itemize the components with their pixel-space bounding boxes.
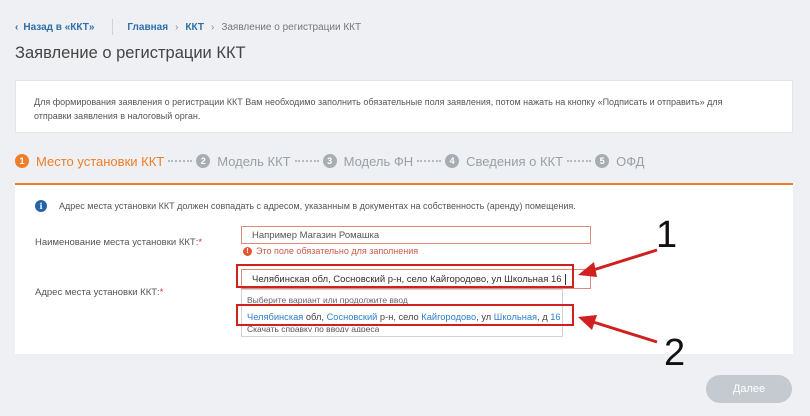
annotation-number-2: 2 [664, 332, 686, 374]
arrow-1-head [578, 262, 597, 277]
arrow-2-line [589, 319, 658, 344]
annotation-arrows [578, 248, 658, 344]
arrow-2-head [578, 315, 597, 330]
annotation-number-1: 1 [656, 214, 678, 256]
arrow-1-line [589, 248, 658, 273]
next-button[interactable]: Далее [706, 375, 792, 403]
